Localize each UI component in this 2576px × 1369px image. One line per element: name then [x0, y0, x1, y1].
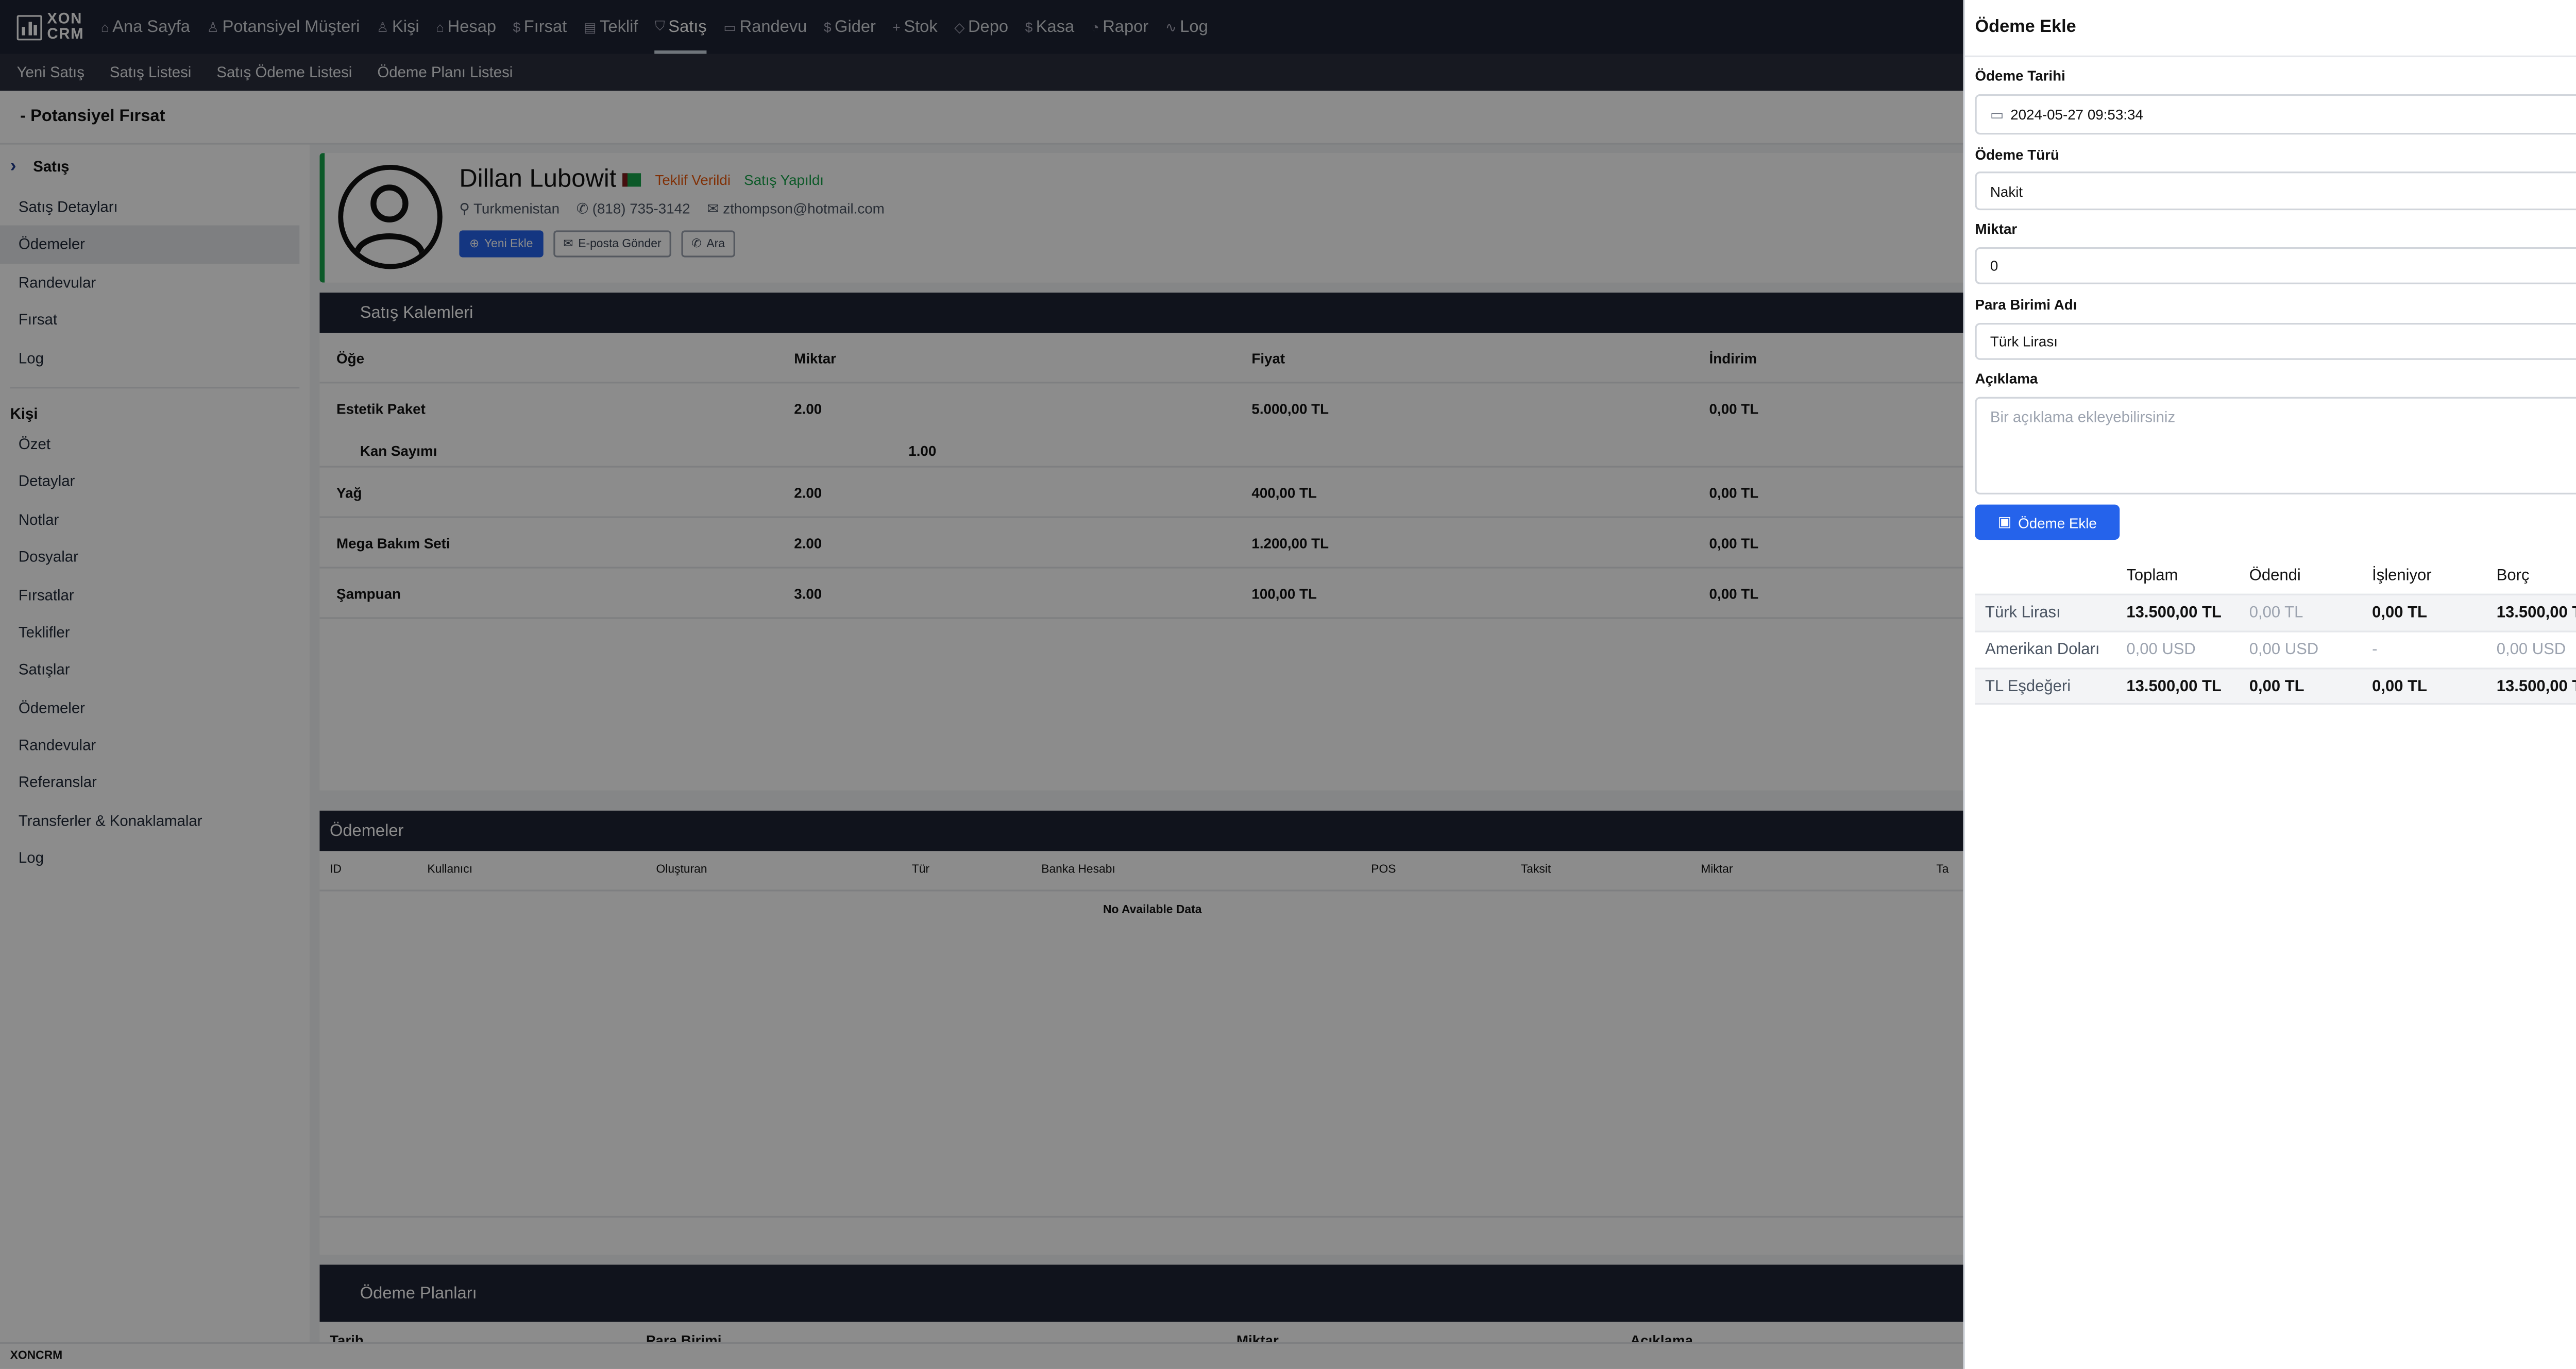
- column-header: İşleniyor: [2372, 566, 2432, 585]
- cell: 0,00 TL: [2372, 677, 2428, 696]
- payment-type-label: Ödeme Türü: [1975, 146, 2059, 163]
- table-row: Amerikan Doları 0,00 USD 0,00 USD - 0,00…: [1975, 630, 2576, 668]
- cell: 0,00 USD: [2249, 641, 2319, 659]
- cell: 0,00 USD: [2126, 641, 2196, 659]
- cell: -: [2372, 641, 2378, 659]
- amount-label: Miktar: [1975, 220, 2018, 237]
- amount-input[interactable]: 0: [1975, 247, 2576, 284]
- currency-value: Türk Lirası: [1990, 333, 2058, 350]
- table-row: Türk Lirası 13.500,00 TL 0,00 TL 0,00 TL…: [1975, 593, 2576, 631]
- payment-type-select[interactable]: Nakit ⌄: [1975, 172, 2576, 211]
- payment-type-value: Nakit: [1990, 182, 2023, 199]
- column-header: Ödendi: [2249, 566, 2301, 585]
- payment-date-value: 2024-05-27 09:53:34: [2010, 106, 2143, 123]
- cell: 0,00 TL: [2249, 604, 2303, 623]
- cell: 13.500,00 TL: [2126, 604, 2222, 623]
- cell: 0,00 TL: [2249, 677, 2304, 696]
- description-label: Açıklama: [1975, 370, 2038, 387]
- cell: 0,00 TL: [2372, 604, 2428, 623]
- currency-select[interactable]: Türk Lirası ⌄: [1975, 322, 2576, 360]
- payment-summary-table: Toplam Ödendi İşleniyor Borç Türk Lirası…: [1975, 557, 2576, 705]
- column-header: Toplam: [2126, 566, 2178, 585]
- modal-backdrop[interactable]: [0, 0, 1965, 1369]
- cell: 13.500,00 TL: [2496, 677, 2576, 696]
- payment-date-label: Ödeme Tarihi: [1975, 67, 2065, 84]
- amount-value: 0: [1990, 257, 1998, 275]
- payment-date-picker[interactable]: ▭ 2024-05-27 09:53:34 ✕: [1975, 94, 2576, 135]
- drawer-divider: [1964, 55, 2576, 58]
- add-payment-button[interactable]: ▣ Ödeme Ekle: [1975, 504, 2120, 540]
- drawer-title: Ödeme Ekle: [1975, 16, 2076, 37]
- description-placeholder: Bir açıklama ekleyebilirsiniz: [1990, 408, 2176, 426]
- add-payment-drawer: Ödeme Ekle ✕ Ödeme Tarihi ▭ 2024-05-27 0…: [1963, 0, 2576, 1369]
- column-header: Borç: [2496, 566, 2530, 585]
- cell: 13.500,00 TL: [2496, 604, 2576, 623]
- cell: Türk Lirası: [1985, 604, 2061, 623]
- cell: 0,00 USD: [2496, 641, 2566, 659]
- table-row: TL Eşdeğeri 13.500,00 TL 0,00 TL 0,00 TL…: [1975, 668, 2576, 705]
- table-header: Toplam Ödendi İşleniyor Borç: [1975, 557, 2576, 594]
- save-icon: ▣: [1997, 512, 2012, 530]
- calendar-icon: ▭: [1990, 105, 2004, 122]
- cell: TL Eşdeğeri: [1985, 677, 2071, 696]
- button-label: Ödeme Ekle: [2018, 514, 2097, 531]
- currency-label: Para Birimi Adı: [1975, 296, 2077, 313]
- cell: 13.500,00 TL: [2126, 677, 2222, 696]
- description-textarea[interactable]: Bir açıklama ekleyebilirsiniz: [1975, 397, 2576, 494]
- cell: Amerikan Doları: [1985, 641, 2100, 659]
